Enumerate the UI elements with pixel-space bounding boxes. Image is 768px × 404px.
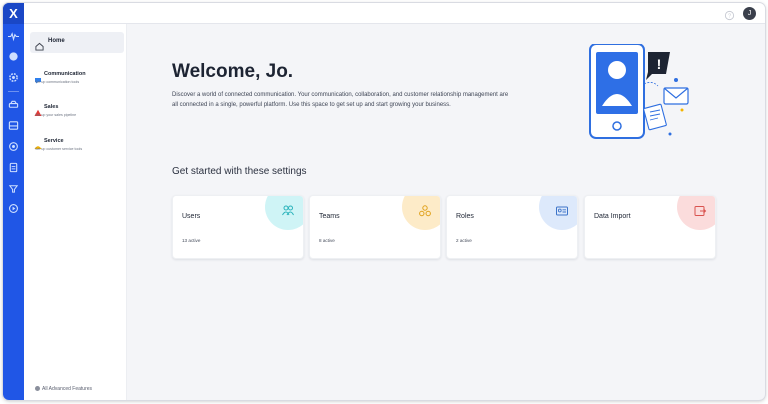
card-data-import[interactable]: Data Import [584, 195, 716, 259]
nav-item-advanced-features[interactable]: All Advanced Features [35, 386, 92, 392]
user-avatar[interactable]: J [743, 7, 756, 20]
side-nav: Home Communication Set up communication … [24, 24, 127, 400]
communication-icon [34, 71, 42, 84]
globe-icon[interactable] [8, 51, 19, 62]
nav-service-subtitle: Set up customer service tools [35, 147, 83, 151]
roles-icon [555, 204, 569, 218]
hero-illustration: ! [586, 43, 696, 142]
nav-service-title: Service [44, 138, 64, 144]
top-bar: ? J [24, 3, 765, 24]
section-title: Get started with these settings [172, 166, 307, 177]
funnel-icon[interactable] [8, 183, 19, 194]
inbox-icon[interactable] [8, 120, 19, 131]
car-icon[interactable] [8, 99, 19, 110]
play-circle-icon[interactable] [8, 203, 19, 214]
target-icon[interactable] [8, 141, 19, 152]
card-teams-count: 8 active [319, 238, 335, 243]
teams-icon [418, 204, 432, 218]
gear-icon[interactable] [8, 72, 19, 83]
info-icon [35, 386, 40, 392]
page-title: Welcome, Jo. [172, 61, 294, 82]
intro-text: Discover a world of connected communicat… [172, 92, 509, 108]
card-users-title: Users [182, 213, 201, 220]
nav-sales-subtitle: Set up your sales pipeline [35, 113, 77, 117]
nav-communication-subtitle: Set up communication tools [35, 80, 80, 84]
svg-text:?: ? [728, 14, 731, 20]
app-window: X ? J Home Communication Set up communic… [3, 3, 765, 400]
card-data-import-title: Data Import [594, 213, 631, 220]
nav-home-label: Home [48, 38, 65, 44]
svg-text:!: ! [657, 56, 662, 72]
left-rail: X [3, 3, 24, 400]
card-teams-title: Teams [319, 213, 340, 220]
sales-icon [34, 104, 42, 116]
main-content: Welcome, Jo. Discover a world of connect… [128, 24, 765, 400]
card-roles-title: Roles [456, 213, 474, 220]
card-roles[interactable]: Roles 2 active [446, 195, 578, 259]
data-import-icon [693, 204, 707, 218]
pulse-icon[interactable] [8, 31, 19, 42]
card-roles-count: 2 active [456, 238, 472, 243]
nav-item-home[interactable]: Home [30, 32, 124, 53]
document-icon[interactable] [8, 162, 19, 173]
nav-communication-title: Communication [44, 71, 86, 77]
app-logo[interactable]: X [3, 3, 24, 24]
service-icon [34, 138, 42, 149]
rail-divider [8, 91, 19, 92]
card-users[interactable]: Users 13 active [172, 195, 304, 259]
card-teams[interactable]: Teams 8 active [309, 195, 441, 259]
home-icon [35, 38, 44, 51]
users-icon [281, 204, 295, 218]
nav-sales-title: Sales [44, 104, 59, 110]
card-users-count: 13 active [182, 238, 201, 243]
help-icon[interactable]: ? [724, 8, 735, 21]
advanced-features-label: All Advanced Features [42, 386, 93, 392]
